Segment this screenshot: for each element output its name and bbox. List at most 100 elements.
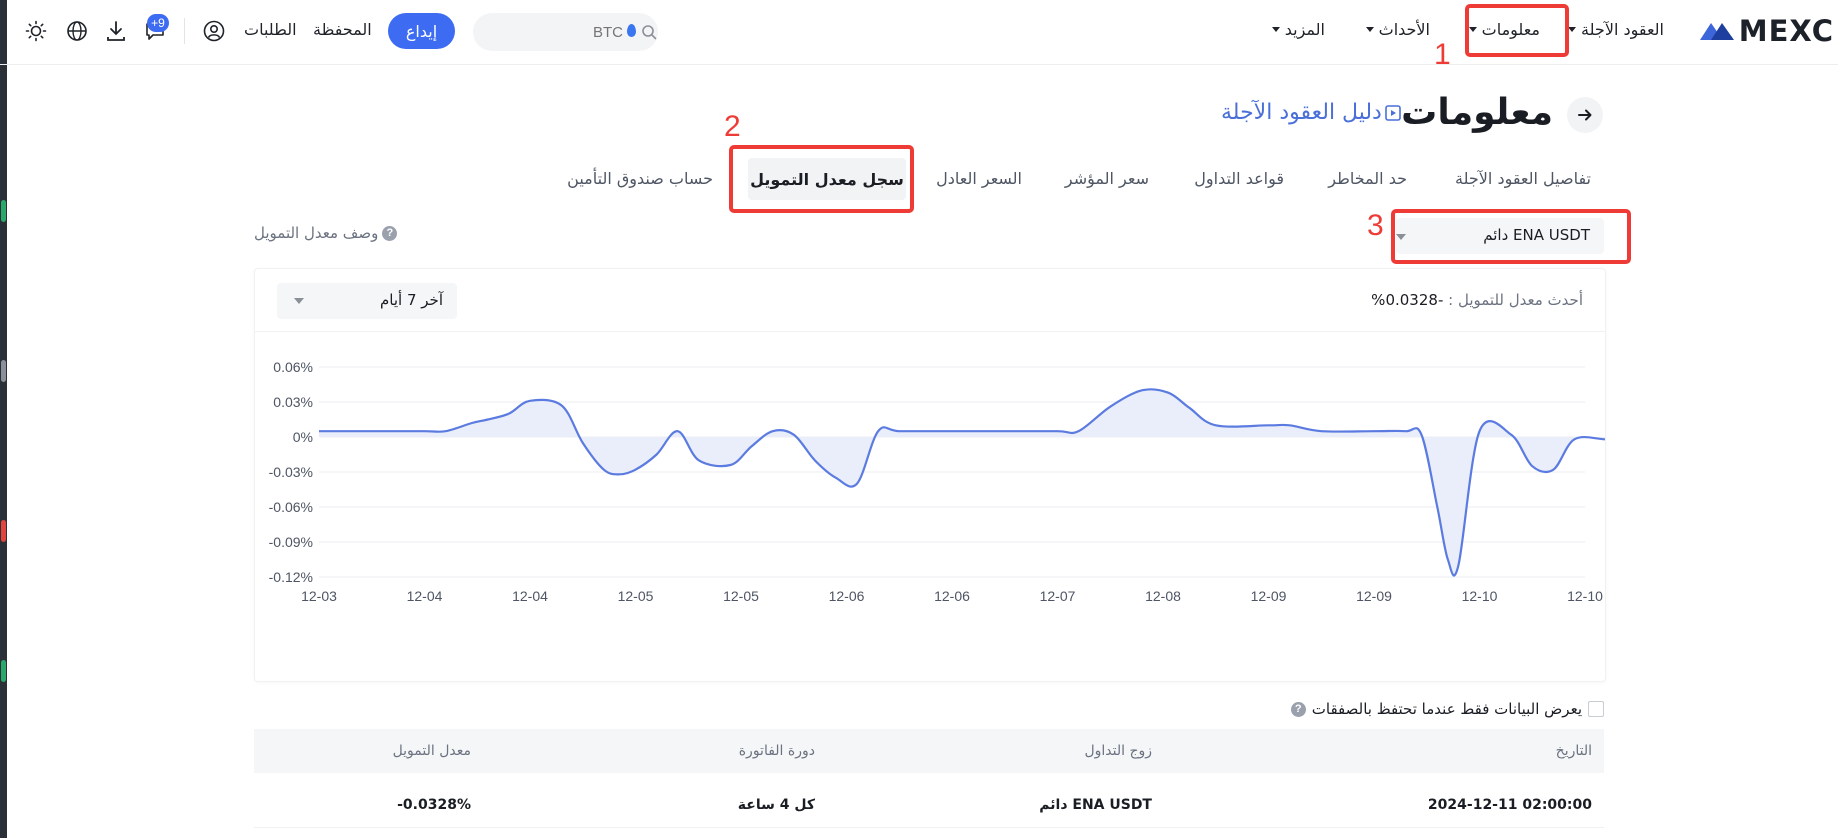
page-title: معلومات [1401,92,1553,133]
column-cycle: دورة الفاتورة [738,743,815,759]
chart-y-tick-label: 0% [293,429,313,445]
search-box[interactable] [473,13,658,51]
chart-y-tick-label: -0.12% [269,569,313,585]
tab-index-price[interactable]: سعر المؤشر [1065,169,1149,188]
wallet-link[interactable]: المحفظة [313,20,372,39]
tab-risk-limit[interactable]: حد المخاطر [1328,169,1407,188]
funding-rate-description-label: وصف معدل التمويل [254,224,379,242]
positions-only-filter[interactable]: يعرض البيانات فقط عندما تحتفظ بالصفقات ? [1290,700,1604,718]
background-fragment [1,200,6,222]
chart-y-tick-label: -0.03% [269,464,313,480]
table-header: التاريخ زوج التداول دورة الفاتورة معدل ا… [254,729,1604,773]
chart-area-fill [319,389,1605,576]
time-range-select[interactable]: آخر 7 أيام [277,283,457,319]
chart-y-tick-label: 0.03% [273,394,313,410]
nav-events-label: الأحداث [1378,20,1430,39]
background-fragment [1,360,6,382]
futures-guide-link[interactable]: دليل العقود الآجلة [1221,100,1402,125]
column-date: التاريخ [1555,743,1592,759]
theme-toggle-button[interactable] [23,18,49,44]
futures-guide-label: دليل العقود الآجلة [1221,100,1382,125]
hot-flame-icon [627,24,636,37]
logo-text: MEXC [1738,14,1834,48]
funding-rate-description-link[interactable]: ? وصف معدل التمويل [254,224,398,242]
background-window-strip [0,0,7,838]
globe-icon [67,21,87,41]
nav-divider [184,18,185,44]
chart-x-tick-label: 12-04 [512,588,548,604]
contract-select[interactable]: ENA USDT دائم [1396,218,1604,254]
search-input[interactable] [473,13,623,51]
notification-badge: +9 [147,14,169,32]
annotation-number-1: 1 [1434,38,1451,71]
chart-y-tick-label: -0.09% [269,534,313,550]
latest-funding-rate: أحدث معدل للتمويل : -0.0328% [1371,291,1583,309]
chart-x-tick-label: 12-09 [1356,588,1392,604]
latest-funding-rate-label: أحدث معدل للتمويل : [1448,291,1583,309]
search-icon [642,25,657,40]
chevron-down-icon [1568,27,1577,32]
tab-funding-rate-history[interactable]: سجل معدل التمويل [748,158,906,200]
background-fragment [1,520,6,542]
latest-funding-rate-value: -0.0328% [1371,291,1444,309]
user-icon [203,20,225,42]
tab-fair-price[interactable]: السعر العادل [936,169,1022,188]
positions-only-checkbox[interactable] [1588,701,1604,717]
guide-book-icon [1385,104,1401,121]
nav-futures-label: العقود الآجلة [1581,20,1664,39]
nav-more-label: المزيد [1284,20,1325,39]
chart-x-tick-label: 12-07 [1040,588,1076,604]
chart-x-tick-label: 12-06 [829,588,865,604]
column-pair: زوج التداول [1084,743,1152,759]
chevron-down-icon [1271,27,1280,32]
annotation-number-3: 3 [1367,209,1384,242]
annotation-number-2: 2 [724,110,741,143]
chart-y-tick-label: 0.06% [273,359,313,375]
question-icon: ? [382,225,398,241]
language-button[interactable] [64,18,90,44]
mexc-logo-mark-icon [1699,23,1734,40]
back-button[interactable] [1567,97,1603,133]
chart-y-tick-label: -0.06% [269,499,313,515]
user-account-button[interactable] [201,18,227,44]
chart-card-header: آخر 7 أيام أحدث معدل للتمويل : -0.0328% [255,269,1605,332]
chevron-down-icon [1396,234,1406,240]
funding-rate-chart-card: آخر 7 أيام أحدث معدل للتمويل : -0.0328% … [254,268,1606,682]
chart-x-tick-label: 12-03 [301,588,337,604]
table-row: 2024-12-11 02:00:00 ENA USDT دائم كل 4 س… [254,783,1604,828]
background-fragment [1,660,6,682]
sun-icon [25,20,47,42]
chart-x-tick-label: 12-09 [1251,588,1287,604]
column-rate: معدل التمويل [392,743,471,759]
nav-futures[interactable]: العقود الآجلة [1568,20,1664,39]
row-date: 2024-12-11 02:00:00 [1427,797,1592,813]
chart-x-tick-label: 12-10 [1567,588,1603,604]
chevron-down-icon [1365,27,1374,32]
funding-rate-chart: 0.06% 0.03% 0% -0.03% -0.06% -0.09% -0.12% 12-0… [269,359,1605,604]
row-pair: ENA USDT دائم [1039,797,1152,813]
time-range-value: آخر 7 أيام [380,291,443,309]
tab-trading-rules[interactable]: قواعد التداول [1194,169,1284,188]
chart-x-tick-label: 12-04 [407,588,443,604]
chart-x-tick-label: 12-10 [1462,588,1498,604]
nav-more[interactable]: المزيد [1271,20,1325,39]
positions-only-label: يعرض البيانات فقط عندما تحتفظ بالصفقات [1311,700,1582,718]
row-rate: -0.0328% [397,797,471,813]
chart-x-tick-label: 12-05 [618,588,654,604]
tab-insurance-fund[interactable]: حساب صندوق التأمين [567,169,713,188]
deposit-button[interactable]: إيداع [388,13,455,49]
contract-select-value: ENA USDT دائم [1483,226,1590,244]
tab-contract-details[interactable]: تفاصيل العقود الآجلة [1455,169,1591,188]
download-app-button[interactable] [103,18,129,44]
chevron-down-icon [294,298,304,304]
orders-link[interactable]: الطلبات [244,20,297,39]
question-icon: ? [1290,701,1306,717]
chart-x-tick-label: 12-08 [1145,588,1181,604]
row-cycle: كل 4 ساعة [737,797,815,813]
chart-x-tick-label: 12-06 [934,588,970,604]
mexc-logo[interactable]: MEXC [1684,12,1834,50]
arrow-right-icon [1578,109,1592,121]
nav-events[interactable]: الأحداث [1365,20,1430,39]
chart-x-tick-label: 12-05 [723,588,759,604]
download-icon [107,21,125,41]
